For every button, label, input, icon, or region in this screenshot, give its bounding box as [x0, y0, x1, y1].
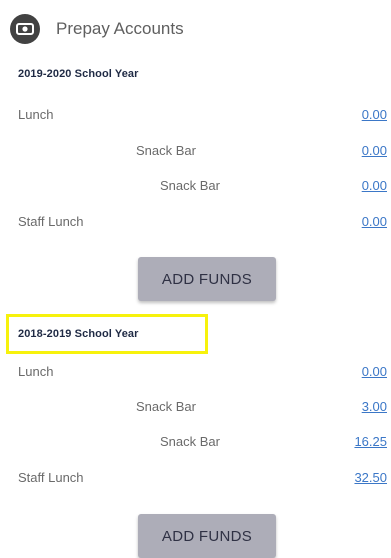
account-label-lunch: Lunch [18, 107, 54, 122]
account-amount-staff-lunch[interactable]: 32.50 [354, 470, 387, 485]
account-label-lunch: Lunch [18, 364, 54, 379]
account-label-snack-bar-2: Snack Bar [160, 434, 220, 449]
section-title-2019-2020: 2019-2020 School Year [18, 68, 139, 80]
account-label-staff-lunch: Staff Lunch [18, 214, 84, 229]
account-amount-lunch[interactable]: 0.00 [362, 364, 387, 379]
account-amount-snack-bar-2[interactable]: 0.00 [362, 178, 387, 193]
add-funds-button[interactable]: ADD FUNDS [138, 257, 276, 301]
account-amount-snack-bar-2[interactable]: 16.25 [354, 434, 387, 449]
account-label-snack-bar-2: Snack Bar [160, 178, 220, 193]
account-amount-lunch[interactable]: 0.00 [362, 107, 387, 122]
account-amount-snack-bar[interactable]: 3.00 [362, 399, 387, 414]
account-amount-snack-bar[interactable]: 0.00 [362, 143, 387, 158]
page-header: Prepay Accounts [10, 13, 184, 45]
section-title-2018-2019: 2018-2019 School Year [18, 328, 139, 340]
account-label-staff-lunch: Staff Lunch [18, 470, 84, 485]
add-funds-button[interactable]: ADD FUNDS [138, 514, 276, 558]
account-amount-staff-lunch[interactable]: 0.00 [362, 214, 387, 229]
page-title: Prepay Accounts [56, 19, 184, 38]
account-label-snack-bar: Snack Bar [136, 143, 196, 158]
account-label-snack-bar: Snack Bar [136, 399, 196, 414]
money-icon [10, 14, 40, 44]
